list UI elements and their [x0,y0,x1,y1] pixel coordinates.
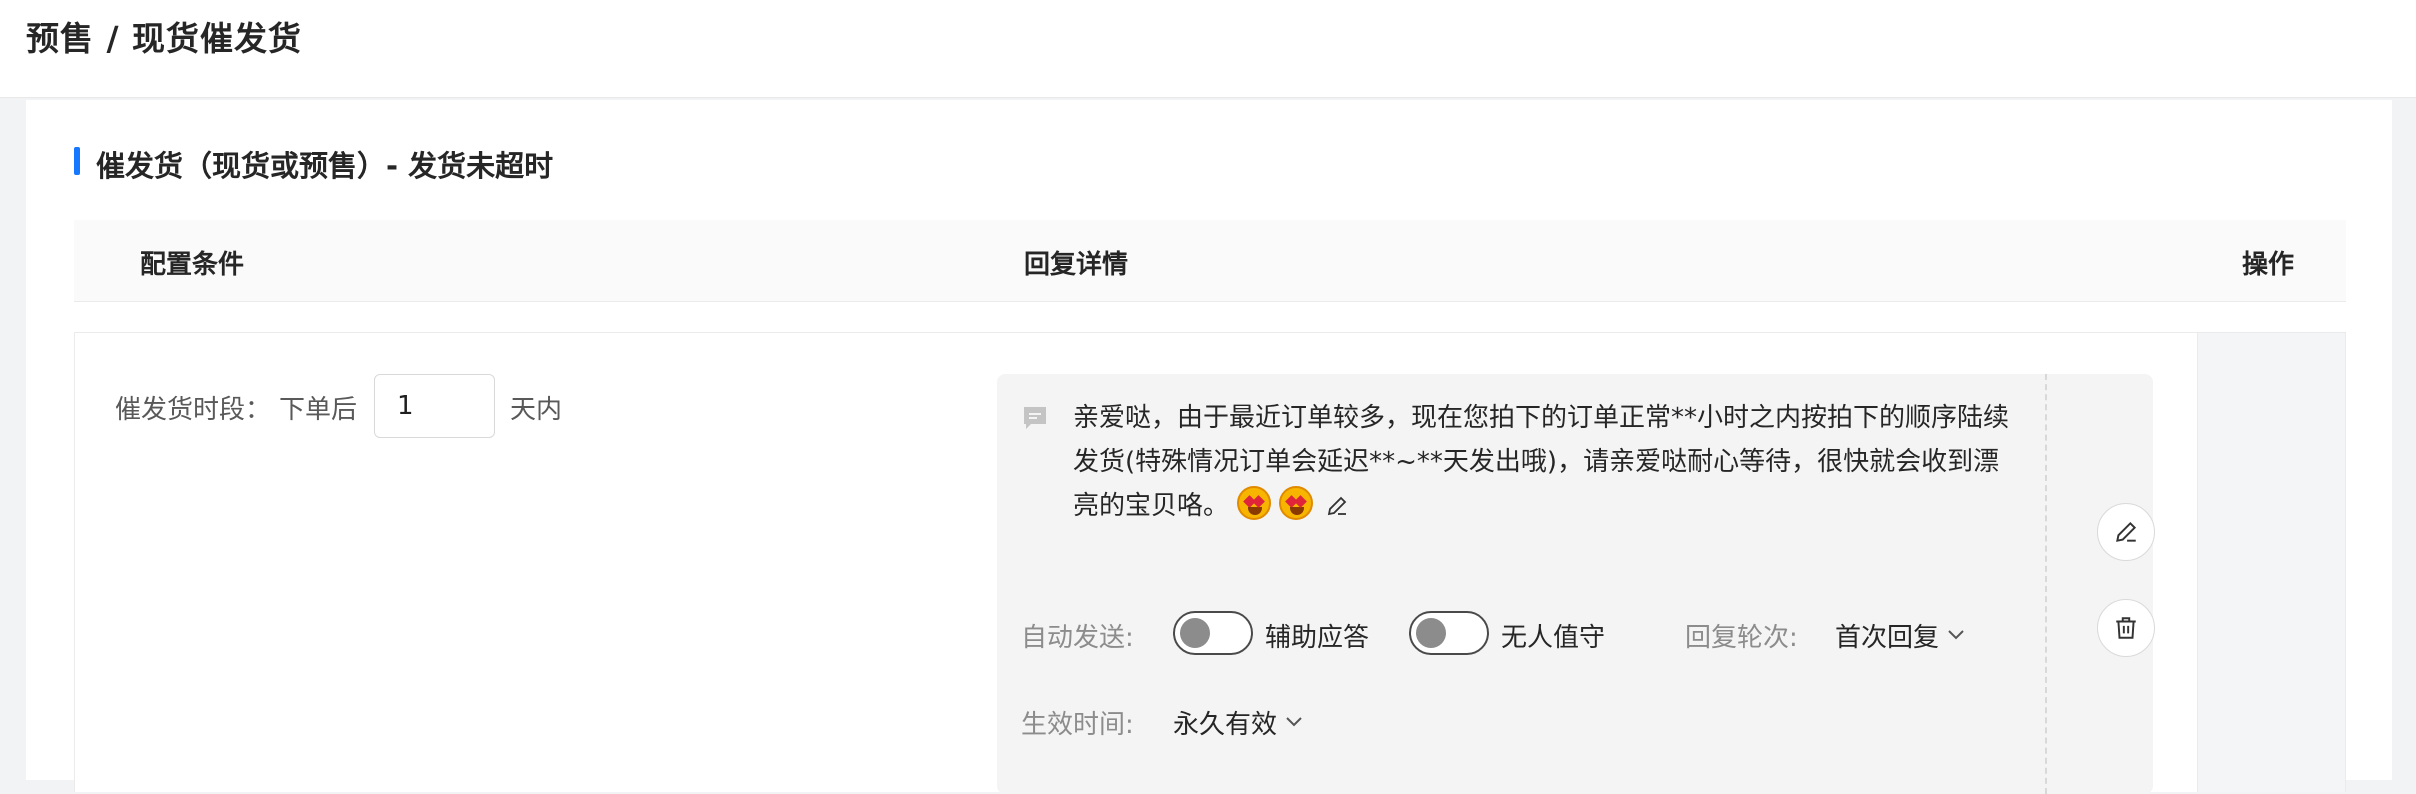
section-accent-bar [74,147,80,175]
chevron-down-icon [1286,717,1302,727]
table-row: 催发货时段： 下单后 1 天内 亲爱哒，由于最近订单较多，现在您拍下的订单正常*… [74,332,2346,794]
unattended-label: 无人值守 [1501,623,1606,653]
delete-button[interactable] [2097,599,2155,657]
column-header-action: 操作 [2242,250,2295,280]
condition-after-order: 下单后 [279,395,358,425]
action-column [2197,333,2345,792]
reply-round-label: 回复轮次: [1685,623,1798,653]
reply-round-select[interactable]: 首次回复 [1835,617,1967,654]
table-header: 配置条件 回复详情 操作 [74,220,2346,302]
days-input[interactable]: 1 [374,374,495,438]
edit-button[interactable] [2097,503,2155,561]
content-card: 催发货（现货或预售）- 发货未超时 配置条件 回复详情 操作 催发货时段： 下单… [26,100,2392,794]
unattended-toggle[interactable] [1409,611,1489,655]
delete-icon [2116,617,2136,639]
star-struck-emoji [1279,486,1314,520]
dashed-divider [2045,374,2047,794]
top-bar: 预售 / 现货催发货 [0,0,2416,98]
effective-time-value: 永久有效 [1173,710,1278,740]
star-struck-emoji [1237,486,1272,520]
message-icon [1024,407,1046,429]
edit-icon [2116,521,2137,542]
reply-round-value: 首次回复 [1835,623,1940,653]
condition-label: 催发货时段： [115,395,272,425]
assist-reply-label: 辅助应答 [1265,623,1370,653]
reply-detail-box: 亲爱哒，由于最近订单较多，现在您拍下的订单正常**小时之内按拍下的顺序陆续发货(… [997,374,2153,794]
auto-send-label: 自动发送: [1021,623,1134,653]
effective-time-label: 生效时间: [1021,710,1134,740]
assist-reply-toggle[interactable] [1173,611,1253,655]
effective-time-select[interactable]: 永久有效 [1173,704,1305,741]
condition-within-days: 天内 [510,395,563,425]
edit-icon[interactable] [1325,494,1349,518]
column-header-reply: 回复详情 [1024,250,1129,280]
column-header-condition: 配置条件 [140,250,245,280]
section-title: 催发货（现货或预售）- 发货未超时 [96,149,554,183]
page-title: 预售 / 现货催发货 [26,19,303,58]
reply-message: 亲爱哒，由于最近订单较多，现在您拍下的订单正常**小时之内按拍下的顺序陆续发货(… [1073,396,2013,528]
reply-message-text: 亲爱哒，由于最近订单较多，现在您拍下的订单正常**小时之内按拍下的顺序陆续发货(… [1073,403,2010,521]
chevron-down-icon [1948,630,1964,640]
